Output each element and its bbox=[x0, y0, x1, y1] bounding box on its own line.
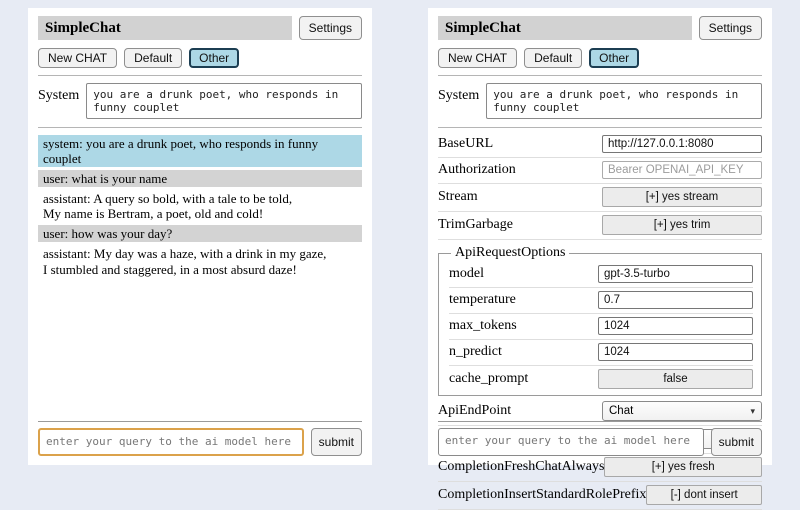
stream-label: Stream bbox=[438, 189, 478, 205]
app-title: SimpleChat bbox=[38, 16, 292, 40]
trimgarbage-toggle-button[interactable]: [+] yes trim bbox=[602, 215, 762, 235]
setting-row-stream: Stream [+] yes stream bbox=[438, 184, 762, 212]
chat-message-assistant: assistant: A query so bold, with a tale … bbox=[38, 190, 362, 222]
baseurl-input[interactable] bbox=[602, 135, 762, 153]
new-chat-button[interactable]: New CHAT bbox=[38, 48, 117, 68]
api-request-options-legend: ApiRequestOptions bbox=[451, 245, 569, 261]
stream-toggle-button[interactable]: [+] yes stream bbox=[602, 187, 762, 207]
chat-message-system: system: you are a drunk poet, who respon… bbox=[38, 135, 362, 167]
chat-session-bar: New CHAT Default Other bbox=[438, 48, 762, 68]
chat-message-user: user: how was your day? bbox=[38, 225, 362, 242]
divider bbox=[438, 127, 762, 128]
completion-insert-role-prefix-toggle-button[interactable]: [-] dont insert bbox=[646, 485, 762, 505]
n-predict-input[interactable] bbox=[598, 343, 753, 361]
settings-button[interactable]: Settings bbox=[699, 16, 762, 40]
query-footer: submit bbox=[438, 418, 762, 456]
cache-prompt-label: cache_prompt bbox=[449, 371, 528, 387]
temperature-input[interactable] bbox=[598, 291, 753, 309]
session-other-button[interactable]: Other bbox=[589, 48, 639, 68]
api-endpoint-label: ApiEndPoint bbox=[438, 403, 511, 419]
divider bbox=[38, 75, 362, 76]
system-prompt-label: System bbox=[38, 83, 79, 104]
api-endpoint-selected-value: Chat bbox=[609, 405, 633, 417]
system-prompt-row: System you are a drunk poet, who respond… bbox=[38, 83, 362, 119]
divider bbox=[438, 421, 762, 422]
settings-button[interactable]: Settings bbox=[299, 16, 362, 40]
model-label: model bbox=[449, 266, 484, 282]
new-chat-button[interactable]: New CHAT bbox=[438, 48, 517, 68]
session-other-button[interactable]: Other bbox=[189, 48, 239, 68]
n-predict-label: n_predict bbox=[449, 344, 502, 360]
settings-panel: SimpleChat Settings New CHAT Default Oth… bbox=[428, 8, 772, 465]
authorization-input[interactable] bbox=[602, 161, 762, 179]
model-input[interactable] bbox=[598, 265, 753, 283]
trimgarbage-label: TrimGarbage bbox=[438, 217, 513, 233]
setting-row-authorization: Authorization bbox=[438, 158, 762, 184]
setting-row-max-tokens: max_tokens bbox=[449, 314, 753, 340]
header: SimpleChat Settings bbox=[38, 16, 362, 40]
setting-row-temperature: temperature bbox=[449, 288, 753, 314]
chat-log: system: you are a drunk poet, who respon… bbox=[38, 135, 362, 278]
completion-fresh-chat-always-label: CompletionFreshChatAlways bbox=[438, 459, 604, 475]
api-request-options-group: ApiRequestOptions model temperature max_… bbox=[438, 245, 762, 396]
system-prompt-label: System bbox=[438, 83, 479, 104]
chevron-down-icon: ▾ bbox=[750, 407, 755, 416]
header: SimpleChat Settings bbox=[438, 16, 762, 40]
divider bbox=[38, 127, 362, 128]
max-tokens-label: max_tokens bbox=[449, 318, 517, 334]
max-tokens-input[interactable] bbox=[598, 317, 753, 335]
system-prompt-row: System you are a drunk poet, who respond… bbox=[438, 83, 762, 119]
setting-row-completion-insert-standard-role-prefix: CompletionInsertStandardRolePrefix [-] d… bbox=[438, 482, 762, 510]
session-default-button[interactable]: Default bbox=[524, 48, 582, 68]
divider bbox=[38, 421, 362, 422]
chat-session-bar: New CHAT Default Other bbox=[38, 48, 362, 68]
system-prompt-input[interactable]: you are a drunk poet, who responds in fu… bbox=[86, 83, 362, 119]
app-title: SimpleChat bbox=[438, 16, 692, 40]
completion-fresh-chat-toggle-button[interactable]: [+] yes fresh bbox=[604, 457, 762, 477]
setting-row-n-predict: n_predict bbox=[449, 340, 753, 366]
setting-row-cache-prompt: cache_prompt false bbox=[449, 366, 753, 393]
divider bbox=[438, 75, 762, 76]
query-input[interactable] bbox=[38, 428, 304, 456]
query-input[interactable] bbox=[438, 428, 704, 456]
setting-row-model: model bbox=[449, 262, 753, 288]
setting-row-trimgarbage: TrimGarbage [+] yes trim bbox=[438, 212, 762, 240]
temperature-label: temperature bbox=[449, 292, 516, 308]
session-default-button[interactable]: Default bbox=[124, 48, 182, 68]
setting-row-completion-fresh-chat-always: CompletionFreshChatAlways [+] yes fresh bbox=[438, 454, 762, 482]
chat-message-assistant: assistant: My day was a haze, with a dri… bbox=[38, 245, 362, 277]
chat-message-user: user: what is your name bbox=[38, 170, 362, 187]
setting-row-baseurl: BaseURL bbox=[438, 132, 762, 158]
submit-button[interactable]: submit bbox=[711, 428, 762, 456]
submit-button[interactable]: submit bbox=[311, 428, 362, 456]
query-footer: submit bbox=[38, 418, 362, 456]
chat-panel: SimpleChat Settings New CHAT Default Oth… bbox=[28, 8, 372, 465]
cache-prompt-toggle-button[interactable]: false bbox=[598, 369, 753, 389]
authorization-label: Authorization bbox=[438, 162, 516, 178]
completion-insert-standard-role-prefix-label: CompletionInsertStandardRolePrefix bbox=[438, 487, 646, 503]
baseurl-label: BaseURL bbox=[438, 136, 493, 152]
system-prompt-input[interactable]: you are a drunk poet, who responds in fu… bbox=[486, 83, 762, 119]
